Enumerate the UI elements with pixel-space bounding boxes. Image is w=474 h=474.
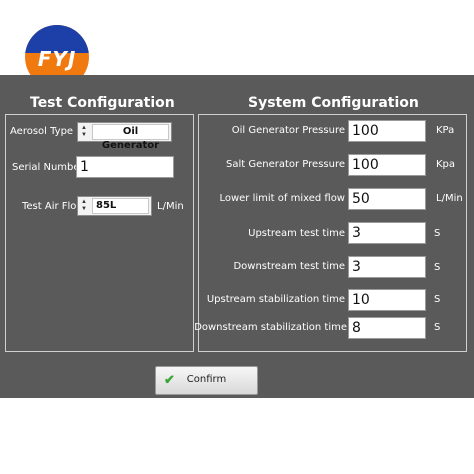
spinner-arrows-icon[interactable]: ▲ ▼ [80,125,88,139]
upstream-stabilization-time-input[interactable]: 10 [348,289,426,311]
lower-limit-mixed-flow-label: Lower limit of mixed flow [219,193,345,204]
confirm-button[interactable]: ✔ Confirm [155,366,258,395]
oil-generator-pressure-unit: KPa [436,125,455,136]
spinner-arrows-icon[interactable]: ▲ ▼ [80,199,88,213]
test-air-flow-value: 85L [92,198,149,214]
serial-number-input[interactable]: 1 [76,156,174,178]
oil-generator-pressure-input[interactable]: 100 [348,120,426,142]
downstream-test-time-label: Downstream test time [233,261,345,272]
lower-limit-mixed-flow-unit: L/Min [436,193,463,204]
test-air-flow-unit: L/Min [157,201,184,212]
test-config-title: Test Configuration [30,95,175,111]
salt-generator-pressure-unit: Kpa [436,159,456,170]
test-air-flow-select[interactable]: ▲ ▼ 85L [77,196,152,216]
downstream-stabilization-time-label: Downstream stabilization time [194,322,347,333]
aerosol-type-value: Oil Generator [92,124,169,151]
logo-text: FYJ [37,47,77,71]
salt-generator-pressure-label: Salt Generator Pressure [225,159,345,170]
serial-number-label: Serial Number [12,162,84,173]
upstream-test-time-unit: S [434,228,441,239]
upstream-test-time-input[interactable]: 3 [348,222,426,244]
upstream-stabilization-time-label: Upstream stabilization time [206,294,345,305]
downstream-stabilization-time-input[interactable]: 8 [348,317,426,339]
system-config-title: System Configuration [248,95,419,111]
test-config-box [5,114,194,352]
downstream-test-time-unit: S [434,262,441,273]
aerosol-type-label: Aerosol Type [10,126,74,137]
downstream-stabilization-time-unit: S [434,322,441,333]
confirm-button-label: Confirm [186,374,227,385]
downstream-test-time-input[interactable]: 3 [348,256,426,278]
aerosol-type-select[interactable]: ▲ ▼ Oil Generator [77,122,172,151]
upstream-stabilization-time-unit: S [434,294,441,305]
configuration-panel: Test Configuration Aerosol Type ▲ ▼ Oil G… [0,75,474,398]
oil-generator-pressure-label: Oil Generator Pressure [231,125,345,136]
salt-generator-pressure-input[interactable]: 100 [348,154,426,176]
upstream-test-time-label: Upstream test time [248,228,345,239]
test-air-flow-label: Test Air Flow [22,201,85,212]
lower-limit-mixed-flow-input[interactable]: 50 [348,188,426,210]
